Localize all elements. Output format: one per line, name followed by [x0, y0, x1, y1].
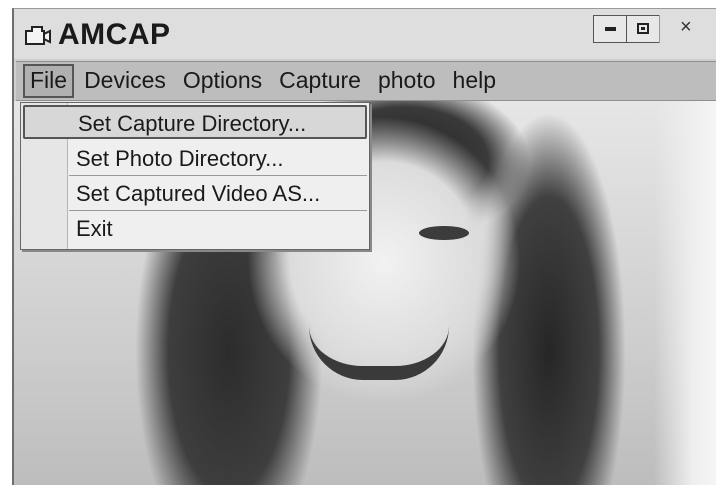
minimize-button[interactable] [593, 15, 627, 43]
window-title: AMCAP [58, 18, 171, 51]
file-menu-dropdown: Set Capture Directory... Set Photo Direc… [20, 102, 370, 250]
close-button[interactable]: × [659, 15, 716, 43]
menu-devices[interactable]: Devices [77, 65, 173, 97]
menu-photo[interactable]: photo [371, 65, 443, 97]
close-icon: × [680, 16, 692, 38]
menu-capture[interactable]: Capture [272, 65, 368, 97]
menu-bar: File Devices Options Capture photo help [16, 61, 716, 101]
menu-file[interactable]: File [23, 64, 75, 98]
maximize-icon [637, 23, 649, 34]
menu-options[interactable]: Options [176, 65, 269, 97]
title-bar[interactable]: AMCAP × [14, 9, 716, 59]
maximize-button[interactable] [626, 15, 660, 43]
preview-eye-right [419, 226, 469, 240]
menu-item-exit[interactable]: Exit [69, 212, 367, 246]
menu-item-set-captured-video-as[interactable]: Set Captured Video AS... [69, 177, 367, 211]
window-controls: × [593, 15, 716, 45]
minimize-icon [605, 27, 616, 31]
menu-help[interactable]: help [446, 65, 503, 97]
menu-item-set-capture-directory[interactable]: Set Capture Directory... [23, 105, 367, 139]
camera-icon [25, 26, 51, 45]
menu-item-set-photo-directory[interactable]: Set Photo Directory... [69, 142, 367, 176]
